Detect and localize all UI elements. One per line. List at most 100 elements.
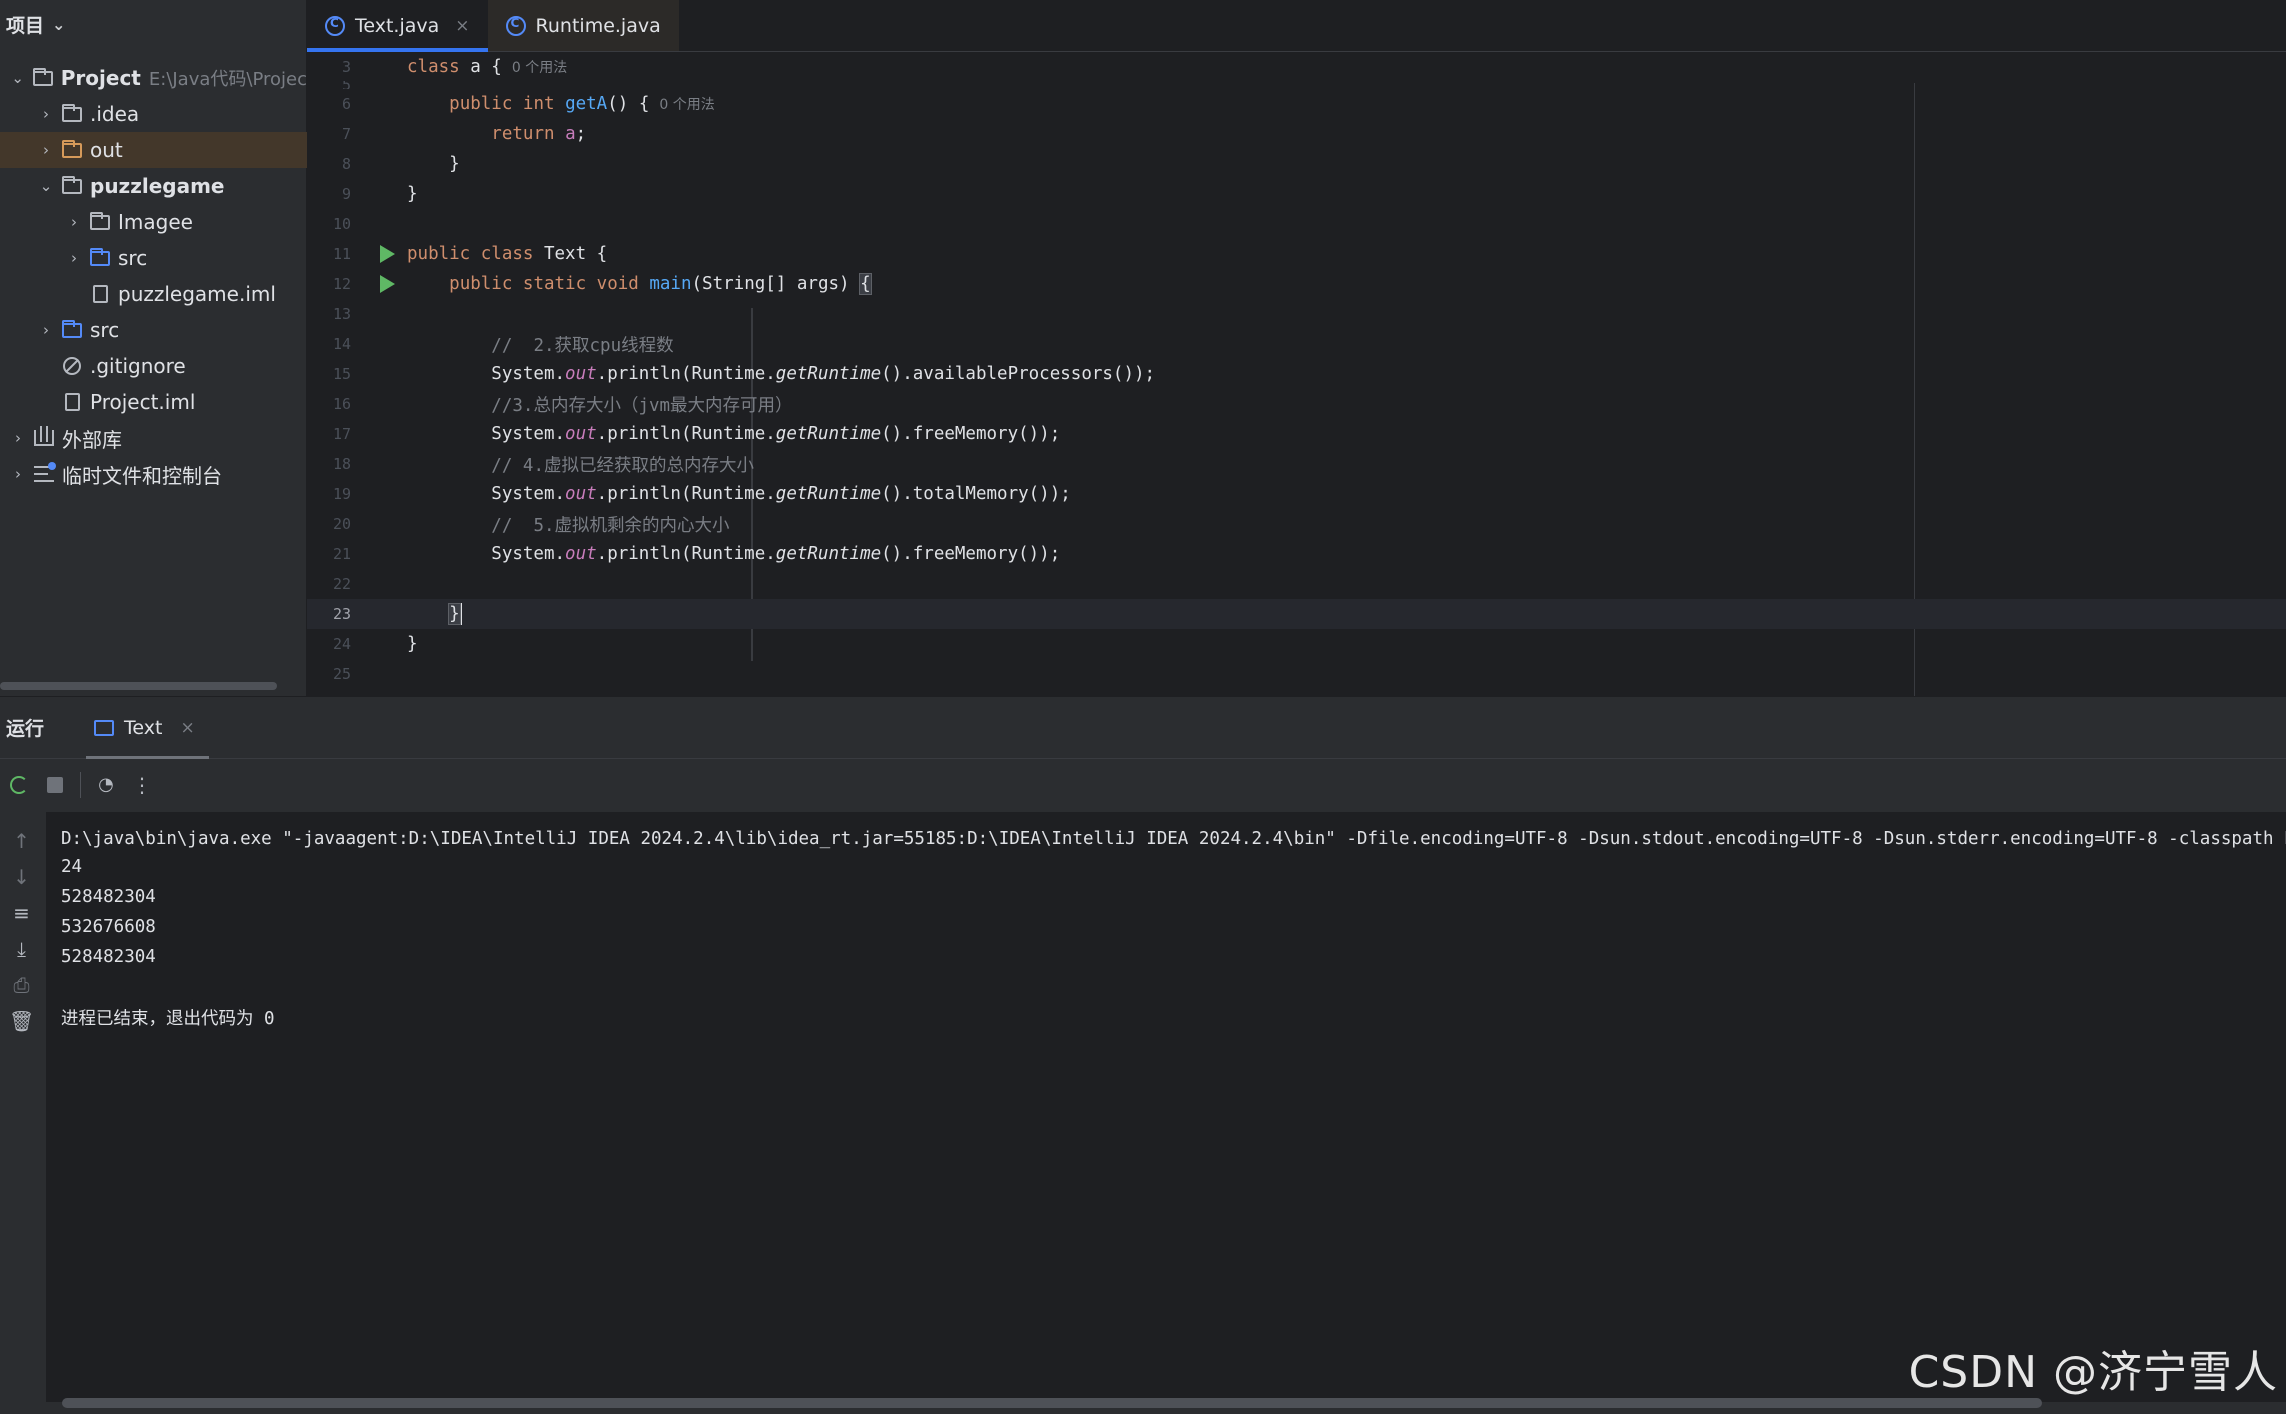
- tab-runtime-java[interactable]: Runtime.java: [487, 0, 679, 51]
- print-icon[interactable]: ⎙: [11, 973, 33, 997]
- java-class-icon: [325, 15, 345, 36]
- run-gutter-icon[interactable]: [367, 275, 407, 293]
- chevron-right-icon[interactable]: ›: [36, 321, 56, 339]
- tree-item-imagee[interactable]: › Imagee: [0, 204, 307, 240]
- tree-item-idea[interactable]: › .idea: [0, 96, 307, 132]
- tree-item-puzzlegame-iml[interactable]: puzzlegame.iml: [0, 276, 307, 312]
- tree-item-label: Project: [60, 66, 141, 90]
- folder-icon: [60, 103, 84, 124]
- chevron-down-icon[interactable]: ⌄: [52, 15, 65, 34]
- line-number: 16: [332, 395, 351, 413]
- code-line: 17 System.out.println(Runtime.getRuntime…: [307, 419, 2286, 449]
- code-text: System.out.println(Runtime.getRuntime().…: [407, 364, 1156, 384]
- tree-item-project[interactable]: ⌄ Project E:\Java代码\Projec: [0, 60, 307, 96]
- ignore-file-icon: [60, 356, 84, 376]
- tree-item-label: puzzlegame: [90, 174, 225, 198]
- ide-window: 项目 ⌄ ⌄ Project E:\Java代码\Projec › .idea …: [0, 0, 2286, 1414]
- tree-item-gitignore[interactable]: .gitignore: [0, 348, 307, 384]
- scratch-icon: [32, 462, 56, 484]
- code-line: 6 public int getA() { 0 个用法: [307, 89, 2286, 119]
- code-line: 21 System.out.println(Runtime.getRuntime…: [307, 539, 2286, 569]
- watermark: CSDN @济宁雪人: [1908, 1347, 2278, 1398]
- code-text: }: [407, 634, 418, 654]
- console-side-toolbar: ↑ ↓ ≡ ⤓ ⎙ 🗑: [0, 812, 44, 1412]
- arrow-up-icon[interactable]: ↑: [11, 829, 33, 853]
- run-tab-label: Text: [124, 716, 163, 739]
- more-options-icon[interactable]: ⋮: [131, 773, 153, 797]
- rerun-icon[interactable]: [8, 774, 30, 796]
- project-panel-header[interactable]: 项目 ⌄: [0, 0, 306, 48]
- chevron-right-icon[interactable]: ›: [64, 213, 84, 231]
- tab-label: Text.java: [355, 14, 440, 37]
- line-number: 6: [341, 95, 351, 113]
- code-line: 7 return a;: [307, 119, 2286, 149]
- tab-text-java[interactable]: Text.java ×: [307, 0, 488, 52]
- project-horizontal-scrollbar[interactable]: [0, 682, 277, 690]
- tree-item-out[interactable]: › out: [0, 132, 307, 168]
- chevron-right-icon[interactable]: ›: [8, 429, 28, 447]
- chevron-right-icon[interactable]: ›: [36, 105, 56, 123]
- usage-hint[interactable]: 0 个用法: [512, 57, 567, 77]
- line-number: 9: [341, 185, 351, 203]
- folder-orange-icon: [60, 139, 84, 160]
- profiler-icon[interactable]: ◔: [95, 774, 117, 796]
- trash-icon[interactable]: 🗑: [9, 1009, 34, 1033]
- chevron-down-icon[interactable]: ⌄: [8, 69, 27, 87]
- code-line: 8 }: [307, 149, 2286, 179]
- code-line: 10: [307, 209, 2286, 239]
- run-gutter-icon[interactable]: [367, 245, 407, 263]
- tree-item-scratches[interactable]: › 临时文件和控制台: [0, 456, 307, 492]
- chevron-right-icon[interactable]: ›: [64, 249, 84, 267]
- code-text: public int getA() {: [449, 94, 650, 114]
- code-text: return a;: [491, 124, 587, 144]
- chevron-down-icon[interactable]: ⌄: [36, 177, 56, 195]
- line-number: 17: [332, 425, 351, 443]
- line-number: 13: [332, 305, 351, 323]
- tree-item-label: Imagee: [118, 210, 193, 234]
- stop-icon[interactable]: [44, 774, 66, 796]
- chevron-right-icon[interactable]: ›: [36, 141, 56, 159]
- tree-item-label: 临时文件和控制台: [62, 463, 222, 488]
- run-panel-title: 运行: [6, 718, 45, 740]
- code-line: 12 public static void main(String[] args…: [307, 269, 2286, 299]
- code-comment: // 5.虚拟机剩余的内心大小: [491, 515, 730, 536]
- scroll-to-end-icon[interactable]: ⤓: [11, 937, 33, 961]
- code-text: public static void main(String[] args) {: [449, 273, 872, 295]
- code-line: 3 class a { 0 个用法: [307, 53, 2286, 81]
- console-output[interactable]: D:\java\bin\java.exe "-javaagent:D:\IDEA…: [46, 812, 2286, 1402]
- tree-item-label: Project.iml: [90, 390, 196, 414]
- code-text: }: [448, 603, 462, 625]
- arrow-down-icon[interactable]: ↓: [11, 865, 33, 889]
- line-number: 12: [332, 275, 351, 293]
- code-line: 13: [307, 299, 2286, 329]
- console-line: D:\java\bin\java.exe "-javaagent:D:\IDEA…: [61, 828, 2286, 849]
- line-number: 21: [332, 545, 351, 563]
- code-line: 9 }: [307, 179, 2286, 209]
- run-panel: 运行 Text × ◔ ⋮ ↑ ↓ ≡ ⤓ ⎙ 🗑 D:\java\bin\ja…: [0, 696, 2286, 1414]
- soft-wrap-icon[interactable]: ≡: [11, 901, 33, 925]
- run-tab-text[interactable]: Text ×: [80, 697, 209, 759]
- folder-blue-icon: [60, 319, 84, 340]
- code-area[interactable]: 3 class a { 0 个用法 5 6 public int getA() …: [307, 53, 2286, 696]
- tree-item-label: .idea: [90, 102, 140, 126]
- code-line: 5: [307, 81, 2286, 89]
- tree-item-external-libraries[interactable]: › 外部库: [0, 420, 307, 456]
- tree-item-puzzlegame-src[interactable]: › src: [0, 240, 307, 276]
- tree-item-project-iml[interactable]: Project.iml: [0, 384, 307, 420]
- tree-item-path: E:\Java代码\Projec: [148, 69, 307, 90]
- tree-item-label: 外部库: [62, 427, 122, 452]
- chevron-right-icon[interactable]: ›: [8, 465, 28, 483]
- usage-hint[interactable]: 0 个用法: [659, 94, 714, 114]
- line-number: 11: [332, 245, 351, 263]
- code-text: System.out.println(Runtime.getRuntime().…: [407, 424, 1061, 444]
- console-line: 进程已结束，退出代码为 0: [61, 1008, 275, 1029]
- file-icon: [60, 392, 84, 412]
- tree-item-src[interactable]: › src: [0, 312, 307, 348]
- tree-item-puzzlegame[interactable]: ⌄ puzzlegame: [0, 168, 307, 204]
- console-horizontal-scrollbar[interactable]: [62, 1398, 2042, 1408]
- close-icon[interactable]: ×: [180, 718, 194, 738]
- console-line: 528482304: [61, 887, 156, 907]
- close-icon[interactable]: ×: [455, 16, 469, 36]
- line-number: 23: [332, 605, 351, 623]
